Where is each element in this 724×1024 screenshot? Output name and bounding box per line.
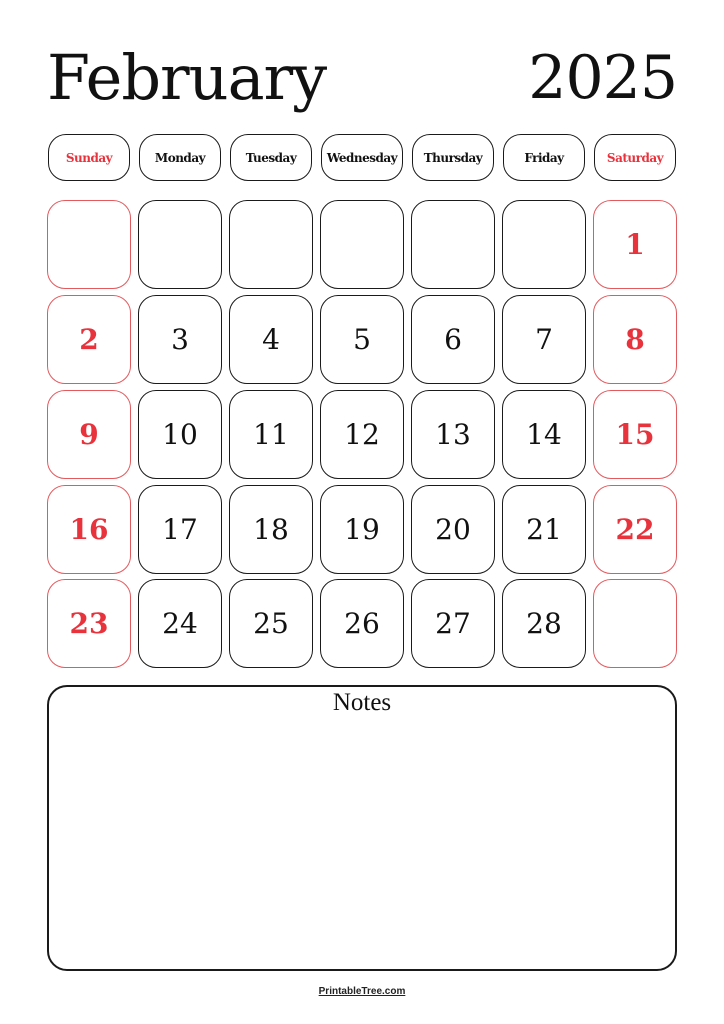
day-cell-5[interactable]: 5 [320, 295, 404, 384]
weekday-header-friday: Friday [503, 134, 585, 181]
notes-box[interactable]: Notes [47, 685, 677, 971]
weekday-header-sunday: Sunday [48, 134, 130, 181]
day-cell-3[interactable]: 3 [138, 295, 222, 384]
day-cell-15[interactable]: 15 [593, 390, 677, 479]
weekday-header-monday: Monday [139, 134, 221, 181]
day-cell-8[interactable]: 8 [593, 295, 677, 384]
weekday-header-wednesday: Wednesday [321, 134, 403, 181]
weekday-header-saturday: Saturday [594, 134, 676, 181]
day-cell-23[interactable]: 23 [47, 579, 131, 668]
empty-day-cell[interactable] [47, 200, 131, 289]
day-cell-9[interactable]: 9 [47, 390, 131, 479]
year-title: 2025 [528, 43, 678, 113]
day-cell-7[interactable]: 7 [502, 295, 586, 384]
day-cell-27[interactable]: 27 [411, 579, 495, 668]
day-cell-17[interactable]: 17 [138, 485, 222, 574]
day-cell-21[interactable]: 21 [502, 485, 586, 574]
weekday-header-thursday: Thursday [412, 134, 494, 181]
day-cell-24[interactable]: 24 [138, 579, 222, 668]
day-cell-6[interactable]: 6 [411, 295, 495, 384]
day-cell-20[interactable]: 20 [411, 485, 495, 574]
day-cell-13[interactable]: 13 [411, 390, 495, 479]
day-cell-10[interactable]: 10 [138, 390, 222, 479]
empty-day-cell[interactable] [229, 200, 313, 289]
weekday-header-tuesday: Tuesday [230, 134, 312, 181]
day-cell-28[interactable]: 28 [502, 579, 586, 668]
day-cell-4[interactable]: 4 [229, 295, 313, 384]
month-title: February [47, 41, 327, 114]
day-cell-19[interactable]: 19 [320, 485, 404, 574]
empty-day-cell[interactable] [411, 200, 495, 289]
day-cell-14[interactable]: 14 [502, 390, 586, 479]
day-cell-11[interactable]: 11 [229, 390, 313, 479]
day-cell-26[interactable]: 26 [320, 579, 404, 668]
empty-day-cell[interactable] [138, 200, 222, 289]
footer-link[interactable]: PrintableTree.com [0, 986, 724, 997]
empty-day-cell[interactable] [320, 200, 404, 289]
day-cell-2[interactable]: 2 [47, 295, 131, 384]
day-cell-16[interactable]: 16 [47, 485, 131, 574]
day-cell-25[interactable]: 25 [229, 579, 313, 668]
notes-title: Notes [332, 689, 392, 716]
day-cell-1[interactable]: 1 [593, 200, 677, 289]
day-cell-22[interactable]: 22 [593, 485, 677, 574]
day-cell-18[interactable]: 18 [229, 485, 313, 574]
day-cell-12[interactable]: 12 [320, 390, 404, 479]
empty-day-cell[interactable] [502, 200, 586, 289]
empty-day-cell[interactable] [593, 579, 677, 668]
